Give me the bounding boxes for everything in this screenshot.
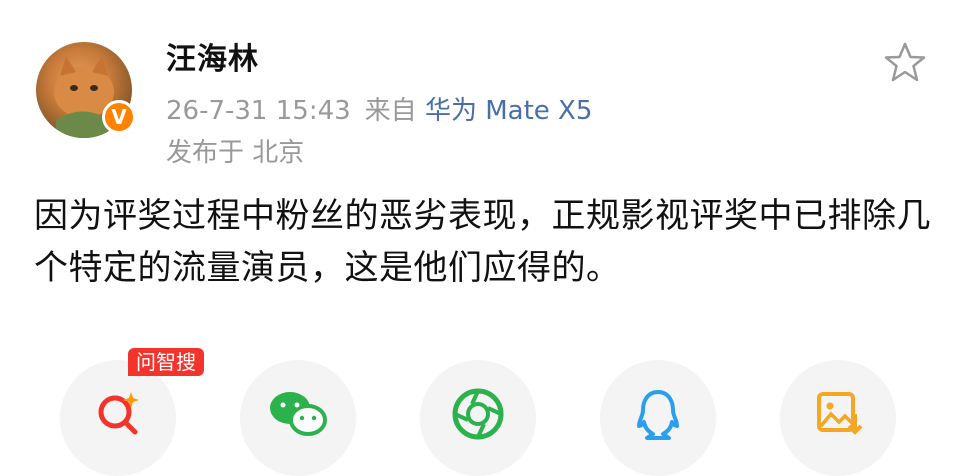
source-prefix: 来自 — [364, 96, 417, 126]
share-button-wechat[interactable] — [240, 360, 356, 476]
device-link[interactable]: 华为 Mate X5 — [425, 96, 592, 126]
avatar[interactable]: V — [36, 42, 136, 138]
share-button-save-image[interactable] — [780, 360, 896, 476]
moments-icon — [452, 388, 504, 440]
save-image-icon — [817, 392, 863, 435]
share-button-qq[interactable] — [600, 360, 716, 476]
user-name[interactable]: 汪海林 — [166, 34, 259, 78]
wechat-icon — [270, 392, 327, 436]
post-text: 因为评奖过程中粉丝的恶劣表现，正规影视评奖中已排除几个特定的流量演员，这是他们应… — [34, 196, 931, 288]
star-favorite-icon[interactable] — [882, 40, 928, 86]
post-meta: 26-7-31 15:43 来自 华为 Mate X5 — [166, 90, 592, 127]
search-ai-icon — [98, 392, 139, 435]
post-location: 发布于 北京 — [166, 138, 305, 168]
ai-search-tag: 问智搜 — [128, 348, 204, 376]
verified-badge: V — [102, 100, 136, 134]
share-button-ai-search[interactable] — [60, 360, 176, 476]
qq-icon — [637, 390, 679, 440]
post-time: 26-7-31 15:43 — [166, 96, 351, 126]
share-button-moments[interactable] — [420, 360, 536, 476]
